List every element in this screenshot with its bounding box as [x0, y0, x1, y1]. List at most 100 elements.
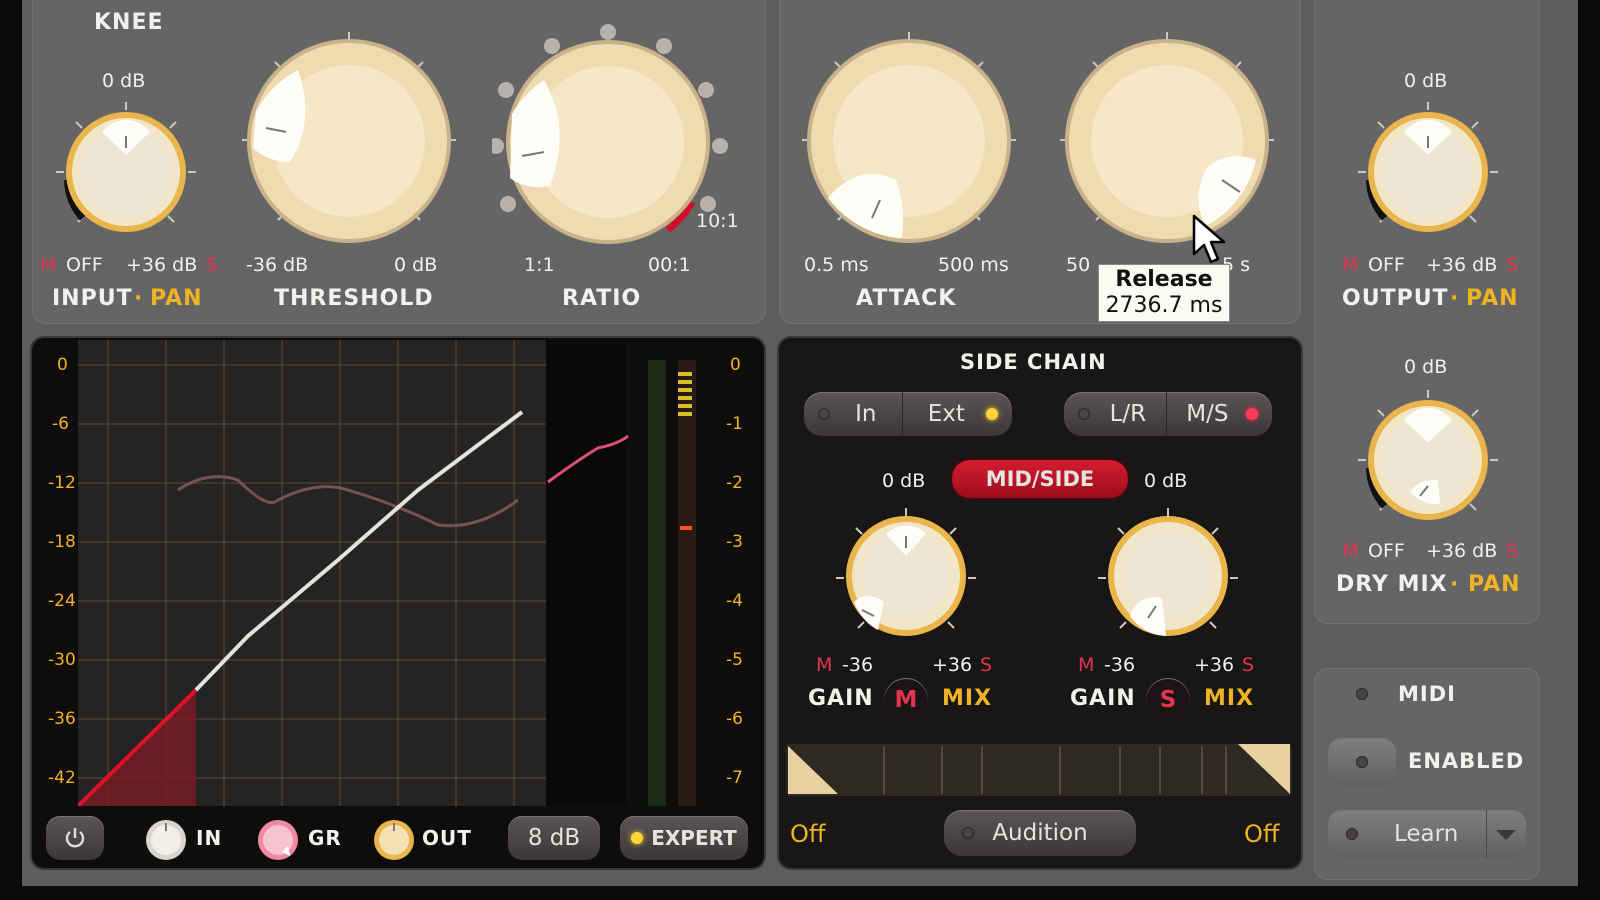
- release-tooltip: Release 2736.7 ms: [1098, 264, 1230, 322]
- right-axis-tick: -7: [726, 768, 743, 788]
- drymix-off-label: OFF: [1368, 540, 1405, 562]
- left-axis-tick: -36: [48, 709, 76, 729]
- output-s-label: S: [1506, 254, 1519, 276]
- input-knob[interactable]: [56, 100, 196, 240]
- side-min-label: -36: [1104, 654, 1136, 676]
- audition-button[interactable]: Audition: [944, 810, 1136, 856]
- in-meter-knob[interactable]: [144, 818, 188, 862]
- mid-s-label: S: [980, 654, 993, 676]
- drymix-knob[interactable]: [1358, 388, 1498, 528]
- channel-mode-toggle: L/R M/S: [1064, 392, 1272, 436]
- tooltip-title: Release: [1115, 267, 1213, 292]
- left-axis-tick: -18: [48, 532, 76, 552]
- threshold-max: 0 dB: [394, 254, 438, 276]
- learn-divider: [1486, 810, 1487, 858]
- out-label: OUT: [422, 826, 472, 850]
- sidechain-title: SIDE CHAIN: [960, 350, 1107, 374]
- range-button[interactable]: 8 dB: [508, 816, 600, 860]
- output-panel: [1314, 0, 1540, 624]
- ratio-max: 00:1: [648, 254, 691, 276]
- expert-label: EXPERT: [651, 826, 737, 850]
- in-led: [818, 408, 830, 420]
- release-min: 50: [1066, 254, 1091, 276]
- out-meter-knob[interactable]: [372, 818, 416, 862]
- release-knob[interactable]: [1056, 30, 1278, 252]
- lr-led: [1078, 408, 1090, 420]
- chevron-down-icon[interactable]: [1496, 830, 1516, 840]
- ms-option[interactable]: M/S: [1186, 401, 1228, 427]
- audition-led: [962, 827, 974, 839]
- output-max-label: +36 dB: [1426, 254, 1498, 276]
- learn-led: [1346, 828, 1358, 840]
- drymix-max-label: +36 dB: [1426, 540, 1498, 562]
- midi-title: MIDI: [1398, 682, 1456, 706]
- lr-option[interactable]: L/R: [1110, 401, 1147, 427]
- mid-mute-button[interactable]: M: [884, 678, 928, 722]
- input-sep: ·: [134, 286, 144, 311]
- side-m-label: M: [1078, 654, 1095, 676]
- left-axis-tick: -30: [48, 650, 76, 670]
- sidechain-right-value: 0 dB: [1144, 470, 1188, 492]
- side-max-label: +36: [1194, 654, 1235, 676]
- right-axis-tick: -1: [726, 414, 743, 434]
- mid-gain-label: GAIN: [808, 686, 874, 711]
- attack-knob[interactable]: [798, 30, 1020, 252]
- midside-button[interactable]: MID/SIDE: [952, 460, 1128, 498]
- left-axis-tick: -42: [48, 768, 76, 788]
- audition-label: Audition: [992, 820, 1088, 846]
- side-solo-button[interactable]: S: [1146, 678, 1190, 722]
- expert-button[interactable]: EXPERT: [620, 816, 748, 860]
- sidechain-filter-range[interactable]: [786, 742, 1292, 798]
- gr-meter-knob[interactable]: [256, 818, 300, 862]
- mid-min-label: -36: [842, 654, 874, 676]
- tooltip-value: 2736.7 ms: [1105, 293, 1223, 318]
- attack-max: 500 ms: [938, 254, 1009, 276]
- left-axis-tick: -6: [52, 414, 69, 434]
- drymix-s-label: S: [1506, 540, 1519, 562]
- ms-led: [1246, 408, 1258, 420]
- sidechain-ext-option[interactable]: Ext: [928, 401, 965, 427]
- high-cut-value: Off: [1244, 820, 1280, 848]
- power-button[interactable]: [46, 816, 104, 860]
- sidechain-in-option[interactable]: In: [855, 401, 876, 427]
- side-gain-knob[interactable]: [1098, 506, 1238, 646]
- midi-enabled-label: ENABLED: [1408, 749, 1525, 773]
- threshold-label: THRESHOLD: [274, 286, 434, 311]
- output-knob[interactable]: [1358, 100, 1498, 240]
- mid-m-label: M: [816, 654, 833, 676]
- in-label: IN: [196, 826, 223, 850]
- midi-led: [1356, 688, 1368, 700]
- input-m-label: M: [40, 254, 57, 276]
- output-m-label: M: [1342, 254, 1359, 276]
- toggle-divider: [901, 392, 903, 436]
- plugin-window: KNEE 0 dB M OFF +36 dB S INPUT · PAN -36…: [22, 0, 1578, 886]
- mid-max-label: +36: [932, 654, 973, 676]
- learn-button[interactable]: Learn: [1328, 810, 1526, 858]
- mouse-cursor-icon: [1192, 214, 1228, 266]
- side-s-label: S: [1242, 654, 1255, 676]
- drymix-pan-label: PAN: [1468, 572, 1521, 597]
- knee-label: KNEE: [94, 10, 164, 35]
- midi-enabled-toggle[interactable]: [1328, 738, 1396, 786]
- input-off-label: OFF: [66, 254, 103, 276]
- input-label: INPUT: [52, 286, 133, 311]
- mid-mix-label: MIX: [942, 686, 993, 711]
- output-sep: ·: [1450, 286, 1460, 311]
- threshold-knob[interactable]: [238, 30, 460, 252]
- toggle-divider: [1165, 392, 1167, 436]
- right-axis-tick: -2: [726, 473, 743, 493]
- output-pan-label: PAN: [1466, 286, 1519, 311]
- input-pan-label: PAN: [150, 286, 203, 311]
- power-icon: [65, 828, 85, 848]
- drymix-m-label: M: [1342, 540, 1359, 562]
- mid-gain-knob[interactable]: [836, 506, 976, 646]
- input-value: 0 dB: [102, 70, 146, 92]
- ratio-label: RATIO: [562, 286, 642, 311]
- left-axis-tick: 0: [57, 355, 68, 375]
- ext-led: [985, 408, 998, 420]
- output-off-label: OFF: [1368, 254, 1405, 276]
- sidechain-source-toggle: In Ext: [804, 392, 1012, 436]
- transfer-curve-plot[interactable]: [78, 340, 728, 806]
- side-mix-label: MIX: [1204, 686, 1255, 711]
- right-axis-tick: 0: [730, 355, 741, 375]
